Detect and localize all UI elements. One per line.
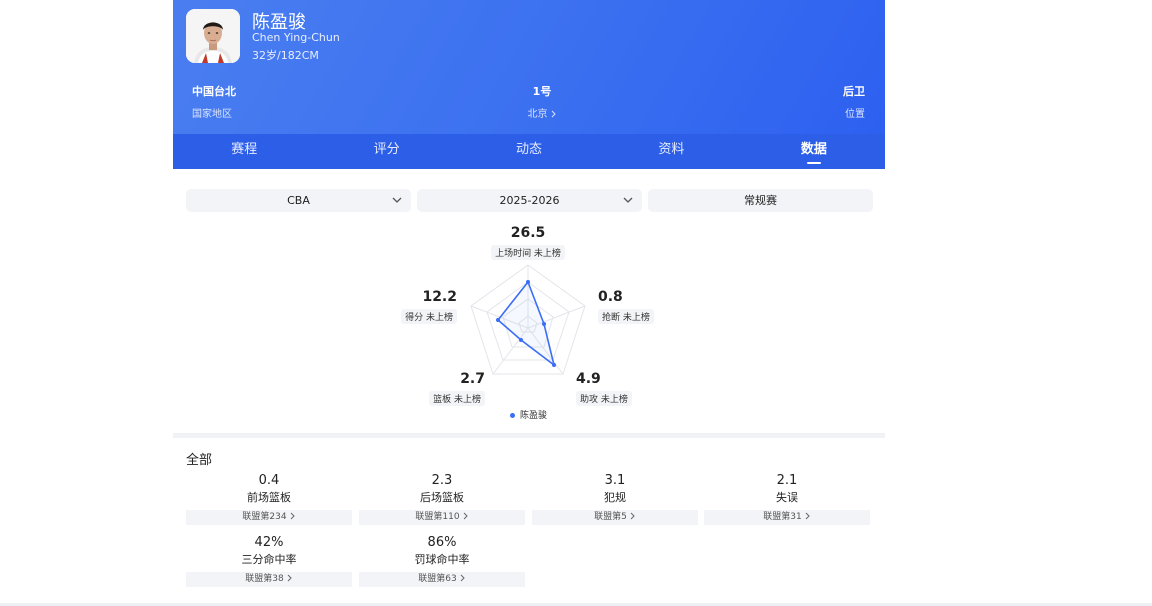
- tab-profile[interactable]: 资料: [600, 134, 742, 169]
- tab-news[interactable]: 动态: [458, 134, 600, 169]
- chevron-right-icon: [290, 512, 295, 520]
- stat-label: 三分命中率: [241, 553, 297, 566]
- stat-rank-text: 联盟第31: [763, 512, 802, 522]
- stat-label: 失误: [776, 491, 798, 504]
- radar-label-points: 12.2 得分 未上榜: [391, 289, 457, 324]
- tab-bar: 赛程 评分 动态 资料 数据: [173, 134, 885, 169]
- player-page: 陈盈骏 Chen Ying-Chun 32岁/182CM 中国台北 国家地区 1…: [173, 0, 885, 606]
- radar-point-assists: [552, 363, 556, 367]
- stat-value: 86%: [427, 535, 457, 550]
- stat-rank-text: 联盟第110: [415, 512, 460, 522]
- position-value: 后卫: [843, 85, 865, 98]
- stat-fouls: 3.1 犯规 联盟第5: [532, 473, 698, 525]
- radar-legend: 陈盈骏: [510, 408, 547, 421]
- stat-rank-text: 联盟第38: [245, 574, 284, 584]
- player-english-name: Chen Ying-Chun: [252, 31, 340, 44]
- player-header: 陈盈骏 Chen Ying-Chun 32岁/182CM 中国台北 国家地区 1…: [173, 0, 885, 169]
- position-info: 后卫 位置: [843, 83, 865, 120]
- stat-rank-link[interactable]: 联盟第31: [704, 510, 870, 525]
- stat-rank-link[interactable]: 联盟第234: [186, 510, 352, 525]
- player-info-row: 中国台北 国家地区 1号 北京 后卫 位置: [173, 83, 885, 123]
- radar-value-steals: 0.8: [598, 289, 623, 305]
- stat-rank-link[interactable]: 联盟第110: [359, 510, 525, 525]
- region-label: 国家地区: [192, 109, 232, 120]
- stat-rank-link[interactable]: 联盟第5: [532, 510, 698, 525]
- radar-point-points: [496, 318, 500, 322]
- radar-chart: 26.5 上场时间 未上榜 0.8 抢断 未上榜 4.9 助攻 未上榜 2.7 …: [173, 220, 885, 425]
- radar-value-minutes: 26.5: [510, 225, 546, 241]
- tab-rating[interactable]: 评分: [315, 134, 457, 169]
- jersey-number: 1号: [532, 85, 552, 98]
- player-avatar: [186, 9, 240, 63]
- position-label: 位置: [845, 109, 865, 120]
- stat-value: 2.1: [776, 473, 798, 488]
- radar-text-rebounds: 篮板 未上榜: [429, 391, 485, 406]
- stat-rank-text: 联盟第5: [594, 512, 627, 522]
- stat-rank-link[interactable]: 联盟第63: [359, 572, 525, 587]
- legend-label: 陈盈骏: [520, 411, 548, 421]
- region-info: 中国台北 国家地区: [192, 83, 236, 120]
- stat-offensive-rebounds: 0.4 前场篮板 联盟第234: [186, 473, 352, 525]
- stat-defensive-rebounds: 2.3 后场篮板 联盟第110: [359, 473, 525, 525]
- stat-turnovers: 2.1 失误 联盟第31: [704, 473, 870, 525]
- radar-point-rebounds: [519, 338, 523, 342]
- stat-label: 罚球命中率: [414, 553, 470, 566]
- tab-stats[interactable]: 数据: [743, 134, 885, 169]
- stage-select[interactable]: 常规赛: [648, 189, 873, 212]
- chevron-right-icon: [463, 512, 468, 520]
- radar-label-steals: 0.8 抢断 未上榜: [598, 289, 664, 324]
- player-photo: [186, 9, 240, 63]
- radar-label-rebounds: 2.7 篮板 未上榜: [419, 371, 485, 406]
- tab-schedule[interactable]: 赛程: [173, 134, 315, 169]
- team-label: 北京: [527, 109, 548, 120]
- radar-point-minutes: [526, 280, 530, 284]
- filter-bar: CBA 2025-2026 常规赛: [186, 189, 873, 212]
- stat-label: 犯规: [604, 491, 626, 504]
- radar-text-minutes: 上场时间 未上榜: [491, 245, 565, 260]
- team-link[interactable]: 北京: [512, 105, 572, 120]
- stat-label: 后场篮板: [420, 491, 464, 504]
- radar-text-assists: 助攻 未上榜: [576, 391, 632, 406]
- player-age-height: 32岁/182CM: [252, 49, 319, 62]
- league-select[interactable]: CBA: [186, 189, 411, 212]
- team-info[interactable]: 1号 北京: [512, 83, 572, 120]
- stat-rank-link[interactable]: 联盟第38: [186, 572, 352, 587]
- chevron-right-icon: [287, 574, 292, 582]
- stat-value: 2.3: [431, 473, 453, 488]
- chevron-down-icon: [392, 189, 402, 221]
- season-select[interactable]: 2025-2026: [417, 189, 642, 212]
- legend-dot: [510, 413, 515, 418]
- chevron-down-icon: [623, 189, 633, 221]
- radar-text-points: 得分 未上榜: [401, 309, 457, 324]
- radar-value-points: 12.2: [422, 289, 457, 305]
- chevron-right-icon: [460, 574, 465, 582]
- chevron-right-icon: [630, 512, 635, 520]
- stat-value: 0.4: [258, 473, 280, 488]
- region-value: 中国台北: [192, 85, 236, 98]
- radar-value-assists: 4.9: [576, 371, 601, 387]
- stage-select-value: 常规赛: [744, 194, 777, 207]
- stat-rank-text: 联盟第234: [242, 512, 287, 522]
- league-select-value: CBA: [287, 194, 310, 207]
- stats-section-title: 全部: [186, 453, 213, 468]
- radar-label-assists: 4.9 助攻 未上榜: [576, 371, 642, 406]
- stat-value: 42%: [254, 535, 284, 550]
- season-select-value: 2025-2026: [499, 194, 560, 207]
- section-divider: [173, 433, 885, 438]
- stat-value: 3.1: [604, 473, 626, 488]
- chevron-right-icon: [551, 110, 556, 118]
- radar-value-rebounds: 2.7: [460, 371, 485, 387]
- stat-free-throw-pct: 86% 罚球命中率 联盟第63: [359, 535, 525, 587]
- chevron-right-icon: [805, 512, 810, 520]
- stat-three-point-pct: 42% 三分命中率 联盟第38: [186, 535, 352, 587]
- stat-label: 前场篮板: [247, 491, 291, 504]
- radar-label-minutes: 26.5 上场时间 未上榜: [488, 225, 568, 260]
- radar-point-steals: [542, 322, 546, 326]
- stat-rank-text: 联盟第63: [418, 574, 457, 584]
- radar-text-steals: 抢断 未上榜: [598, 309, 654, 324]
